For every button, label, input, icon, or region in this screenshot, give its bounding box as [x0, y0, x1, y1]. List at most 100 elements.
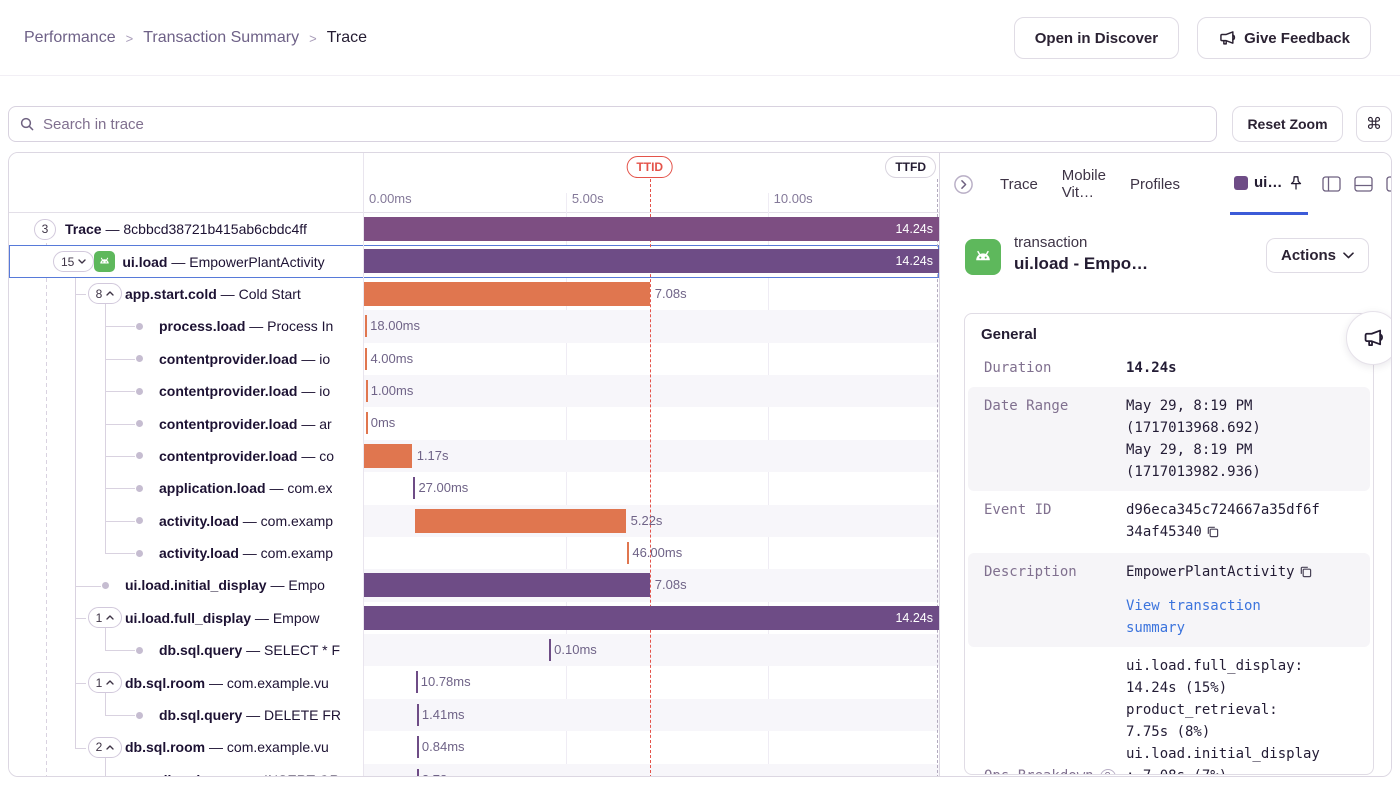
expand-collapse-pill[interactable]: 8	[88, 283, 123, 304]
span-tree-row-process.load[interactable]: process.load — Process In	[9, 310, 363, 342]
waterfall-row-db.sql.query[interactable]: 1.41ms	[364, 699, 939, 731]
span-bar[interactable]	[364, 444, 412, 468]
waterfall-row-ui.load[interactable]: 14.24s	[364, 245, 939, 277]
span-description: contentprovider.load — co	[159, 448, 334, 464]
span-bar[interactable]	[364, 573, 650, 597]
waterfall-row-db.sql.query[interactable]: 0.10ms	[364, 634, 939, 666]
span-tick[interactable]	[417, 736, 419, 758]
span-tree-row-contentprovider.load[interactable]: contentprovider.load — ar	[9, 407, 363, 439]
waterfall-row-ui.load.initial_display[interactable]: 7.08s	[364, 569, 939, 601]
span-tick[interactable]	[365, 348, 367, 370]
waterfall-row-db.sql.room[interactable]: 0.84ms	[364, 731, 939, 763]
span-tree-row-app.start.cold[interactable]: 8app.start.cold — Cold Start	[9, 278, 363, 310]
span-tree-row-contentprovider.load[interactable]: contentprovider.load — io	[9, 375, 363, 407]
child-count-pill[interactable]: 3	[25, 219, 65, 240]
actions-button[interactable]: Actions	[1266, 238, 1369, 273]
breadcrumb-performance[interactable]: Performance	[24, 29, 116, 47]
layout-bottom-panel-icon[interactable]	[1354, 176, 1373, 192]
ttid-badge[interactable]: TTID	[626, 156, 673, 178]
span-tree-row-activity.load[interactable]: activity.load — com.examp	[9, 537, 363, 569]
span-tree-row-ui.load.full_display[interactable]: 1ui.load.full_display — Empow	[9, 602, 363, 634]
waterfall-row-app.start.cold[interactable]: 7.08s	[364, 278, 939, 310]
waterfall-row-db.sql.room[interactable]: 10.78ms	[364, 666, 939, 698]
waterfall-row-Trace[interactable]: 14.24s	[364, 213, 939, 245]
span-bar[interactable]: 14.24s	[364, 249, 939, 273]
span-tree-row-db.sql.query[interactable]: db.sql.query — INSERT OR	[9, 764, 363, 777]
waterfall-row-application.load[interactable]: 27.00ms	[364, 472, 939, 504]
ttfd-badge[interactable]: TTFD	[885, 156, 936, 178]
expand-collapse-pill[interactable]: 1	[88, 672, 123, 693]
waterfall-row-contentprovider.load[interactable]: 4.00ms	[364, 343, 939, 375]
span-tick[interactable]	[417, 769, 419, 777]
span-tick[interactable]	[365, 315, 367, 337]
expand-collapse-pill[interactable]: 15	[53, 251, 94, 272]
child-count-pill[interactable]: 8	[85, 283, 125, 304]
waterfall-row-contentprovider.load[interactable]: 1.17s	[364, 440, 939, 472]
span-duration-label: 27.00ms	[418, 472, 468, 504]
expand-collapse-pill[interactable]: 3	[34, 219, 57, 240]
tab-profiles[interactable]: Profiles	[1130, 176, 1180, 193]
span-tree-row-ui.load[interactable]: 15ui.load — EmpowerPlantActivity	[9, 245, 363, 277]
span-tree-row-application.load[interactable]: application.load — com.ex	[9, 472, 363, 504]
waterfall-row-activity.load[interactable]: 5.22s	[364, 505, 939, 537]
waterfall-row-db.sql.query[interactable]: 2.78ms	[364, 764, 939, 777]
child-count-pill[interactable]: 1	[85, 672, 125, 693]
expand-collapse-pill[interactable]: 1	[88, 607, 123, 628]
span-tree-body: 3Trace — 8cbbcd38721b415ab6cbdc4ff15ui.l…	[9, 213, 363, 777]
layout-left-panel-icon[interactable]	[1322, 176, 1341, 192]
search-input[interactable]	[43, 116, 1206, 133]
copy-icon[interactable]	[1299, 563, 1312, 585]
help-icon[interactable]: ?	[1100, 769, 1116, 775]
shortcuts-button[interactable]: ⌘	[1356, 106, 1392, 142]
span-tick[interactable]	[549, 639, 551, 661]
give-feedback-button[interactable]: Give Feedback	[1197, 17, 1371, 59]
leaf-dot	[136, 712, 143, 719]
tab-mobile-vitals[interactable]: Mobile Vit…	[1062, 167, 1106, 201]
trace-toolbar: Reset Zoom ⌘	[8, 106, 1392, 142]
collapse-drawer-button[interactable]	[953, 174, 974, 195]
reset-zoom-button[interactable]: Reset Zoom	[1232, 106, 1343, 142]
tab-trace[interactable]: Trace	[1000, 176, 1038, 193]
waterfall-row-process.load[interactable]: 18.00ms	[364, 310, 939, 342]
breadcrumb-transaction-summary[interactable]: Transaction Summary	[143, 29, 299, 47]
megaphone-icon	[1362, 327, 1384, 349]
expand-collapse-pill[interactable]: 2	[88, 737, 123, 758]
waterfall-row-contentprovider.load[interactable]: 0ms	[364, 407, 939, 439]
copy-icon[interactable]	[1206, 523, 1219, 545]
date-range-row: Date Range May 29, 8:19 PM (1717013968.6…	[968, 387, 1370, 491]
child-count-pill[interactable]: 2	[85, 737, 125, 758]
open-in-discover-button[interactable]: Open in Discover	[1014, 17, 1179, 59]
span-description: db.sql.query — INSERT OR	[159, 772, 340, 777]
layout-right-panel-icon[interactable]	[1386, 176, 1392, 192]
span-tick[interactable]	[366, 412, 368, 434]
span-tick[interactable]	[417, 704, 419, 726]
span-tree-row-db.sql.query[interactable]: db.sql.query — SELECT * F	[9, 634, 363, 666]
waterfall-row-activity.load[interactable]: 46.00ms	[364, 537, 939, 569]
span-bar[interactable]: 14.24s	[364, 606, 939, 630]
feedback-float-button[interactable]	[1346, 311, 1392, 365]
span-tree-row-Trace[interactable]: 3Trace — 8cbbcd38721b415ab6cbdc4ff	[9, 213, 363, 245]
pin-icon[interactable]	[1288, 175, 1304, 191]
child-count-pill[interactable]: 15	[53, 251, 94, 272]
span-tree-row-contentprovider.load[interactable]: contentprovider.load — io	[9, 343, 363, 375]
span-bar[interactable]	[364, 282, 650, 306]
span-bar[interactable]: 14.24s	[364, 217, 939, 241]
span-tree-row-contentprovider.load[interactable]: contentprovider.load — co	[9, 440, 363, 472]
span-tick[interactable]	[366, 380, 368, 402]
tab-ui-load-active[interactable]: ui…	[1230, 153, 1308, 215]
span-tree-row-db.sql.room[interactable]: 2db.sql.room — com.example.vu	[9, 731, 363, 763]
waterfall-row-contentprovider.load[interactable]: 1.00ms	[364, 375, 939, 407]
span-tree-row-ui.load.initial_display[interactable]: ui.load.initial_display — Empo	[9, 569, 363, 601]
span-tick[interactable]	[416, 671, 418, 693]
span-tree-row-db.sql.query[interactable]: db.sql.query — DELETE FR	[9, 699, 363, 731]
view-transaction-summary-link[interactable]: View transaction summary	[1126, 595, 1322, 639]
span-tick[interactable]	[413, 477, 415, 499]
waterfall-row-ui.load.full_display[interactable]: 14.24s	[364, 602, 939, 634]
span-tree-row-db.sql.room[interactable]: 1db.sql.room — com.example.vu	[9, 666, 363, 698]
span-duration-label: 5.22s	[631, 505, 663, 537]
span-tick[interactable]	[627, 542, 629, 564]
span-bar[interactable]	[415, 509, 625, 533]
child-count-pill[interactable]: 1	[85, 607, 125, 628]
span-tree-row-activity.load[interactable]: activity.load — com.examp	[9, 505, 363, 537]
search-box[interactable]	[8, 106, 1217, 142]
